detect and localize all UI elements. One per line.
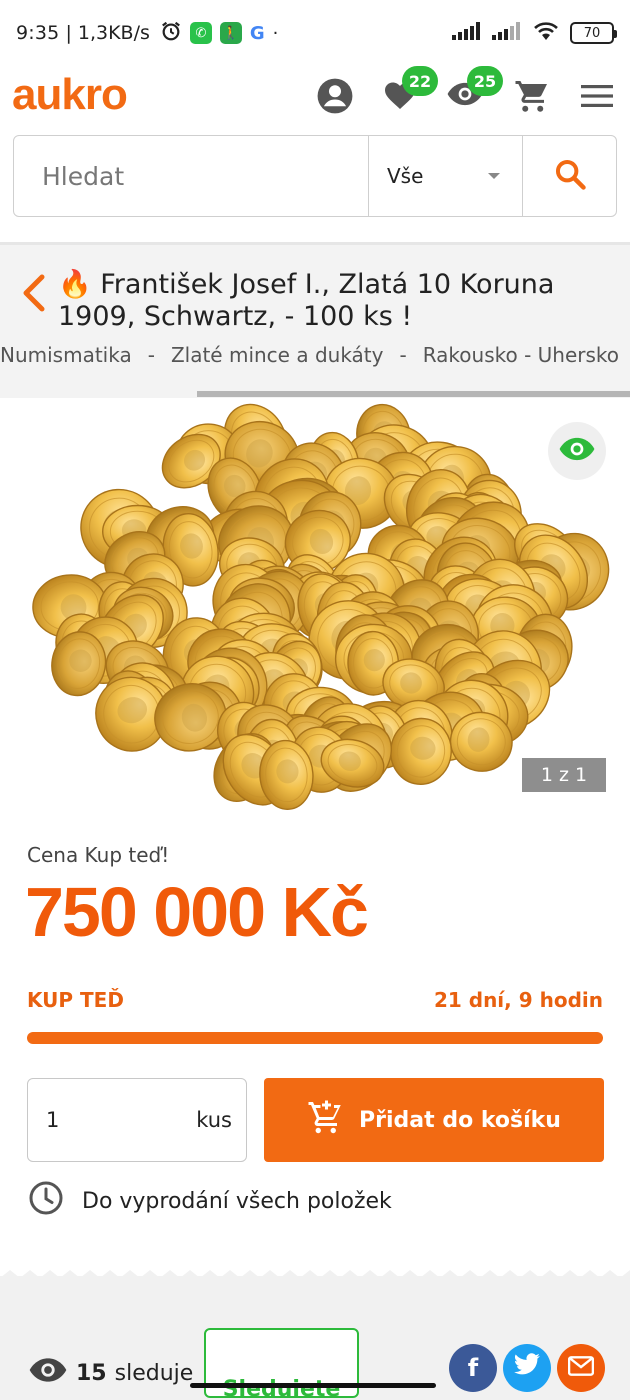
twitter-icon	[513, 1353, 541, 1383]
category-select-value: Vše	[387, 164, 424, 188]
watch-toggle-button[interactable]	[548, 422, 606, 480]
status-time: 9:35	[16, 22, 60, 44]
add-to-cart-label: Přidat do košíku	[359, 1107, 561, 1133]
breadcrumb: Numismatika - Zlaté mince a dukáty - Rakousk…	[0, 343, 619, 367]
image-counter: 1 z 1	[522, 758, 606, 792]
twitter-share-button[interactable]	[503, 1344, 551, 1392]
favorites-count-badge: 22	[402, 66, 438, 96]
gold-coins-image	[32, 403, 610, 810]
status-separator: |	[65, 22, 72, 44]
bottom-actions: 15 sleduje Sledujete f	[0, 1270, 630, 1400]
item-title-section: 🔥 František Josef I., Zlatá 10 Koruna 19…	[0, 242, 630, 398]
battery-icon: 70	[570, 22, 617, 44]
email-share-button[interactable]	[557, 1344, 605, 1392]
dot-icon: ·	[272, 22, 279, 44]
buy-now-label: KUP TEĎ	[27, 988, 124, 1012]
whatsapp-icon: ✆	[189, 22, 212, 44]
chevron-down-icon	[488, 173, 500, 179]
category-select[interactable]: Vše	[369, 136, 523, 216]
item-title: 🔥 František Josef I., Zlatá 10 Koruna 19…	[58, 269, 618, 333]
search-bar: Hledat Vše	[13, 135, 617, 217]
clock-icon	[28, 1180, 64, 1222]
eye-icon	[28, 1356, 68, 1390]
watched-button[interactable]: 25	[445, 66, 503, 116]
quantity-unit: kus	[196, 1108, 232, 1132]
zigzag-divider	[0, 1270, 630, 1278]
coin-pile	[32, 403, 610, 810]
google-icon: G	[249, 22, 265, 44]
fire-emoji: 🔥	[58, 269, 92, 300]
email-icon	[567, 1354, 595, 1382]
account-icon[interactable]	[315, 76, 355, 116]
breadcrumb-scrollbar[interactable]	[197, 391, 630, 397]
item-gallery[interactable]: 1 z 1	[0, 400, 630, 820]
quantity-value: 1	[46, 1108, 60, 1132]
breadcrumb-separator: -	[147, 343, 155, 367]
breadcrumb-separator: -	[399, 343, 407, 367]
breadcrumb-item[interactable]: Numismatika	[0, 343, 132, 367]
status-bar: 9:35 | 1,3KB/s ✆ 🚶 G · 70	[0, 0, 630, 66]
time-left-progress-bar	[27, 1032, 603, 1044]
eye-icon	[558, 436, 596, 466]
watched-count-badge: 25	[467, 66, 503, 96]
home-indicator[interactable]	[190, 1383, 436, 1388]
watchers-info: 15 sleduje	[28, 1356, 193, 1390]
time-left: 21 dní, 9 hodin	[433, 988, 603, 1012]
menu-icon[interactable]	[577, 76, 617, 116]
search-icon	[553, 157, 587, 195]
cart-icon[interactable]	[512, 76, 552, 116]
watchers-label: sleduje	[114, 1360, 194, 1386]
signal-icon	[452, 21, 482, 45]
breadcrumb-item[interactable]: Rakousko - Uhersko	[423, 343, 619, 367]
status-notification-icons: ✆ 🚶 G ·	[160, 20, 279, 47]
watchers-count: 15	[76, 1360, 107, 1386]
buy-now-row: KUP TEĎ 21 dní, 9 hodin	[27, 988, 603, 1012]
alarm-icon	[160, 20, 182, 47]
facebook-icon: f	[467, 1354, 479, 1382]
status-speed: 1,3KB/s	[77, 22, 150, 44]
search-button[interactable]	[523, 136, 616, 216]
breadcrumb-item[interactable]: Zlaté mince a dukáty	[171, 343, 384, 367]
search-input[interactable]: Hledat	[14, 136, 369, 216]
favorites-button[interactable]: 22	[380, 66, 438, 116]
status-system-icons: 70	[452, 20, 617, 47]
quantity-input[interactable]: 1 kus	[27, 1078, 247, 1162]
add-to-cart-icon	[307, 1099, 343, 1141]
signal-2-icon	[492, 21, 522, 45]
price-value: 750 000 Kč	[25, 873, 369, 951]
price-label: Cena Kup teď!	[27, 843, 170, 867]
wifi-icon	[532, 20, 560, 47]
aukro-logo[interactable]: aukro	[12, 70, 128, 120]
fitness-icon: 🚶	[219, 22, 242, 44]
back-arrow-icon[interactable]	[20, 273, 46, 317]
facebook-share-button[interactable]: f	[449, 1344, 497, 1392]
stock-text: Do vyprodání všech položek	[82, 1188, 392, 1214]
add-to-cart-button[interactable]: Přidat do košíku	[264, 1078, 604, 1162]
item-title-text: František Josef I., Zlatá 10 Koruna 1909…	[58, 269, 555, 332]
stock-info: Do vyprodání všech položek	[28, 1180, 392, 1222]
app-header: aukro 22 25	[0, 66, 630, 126]
